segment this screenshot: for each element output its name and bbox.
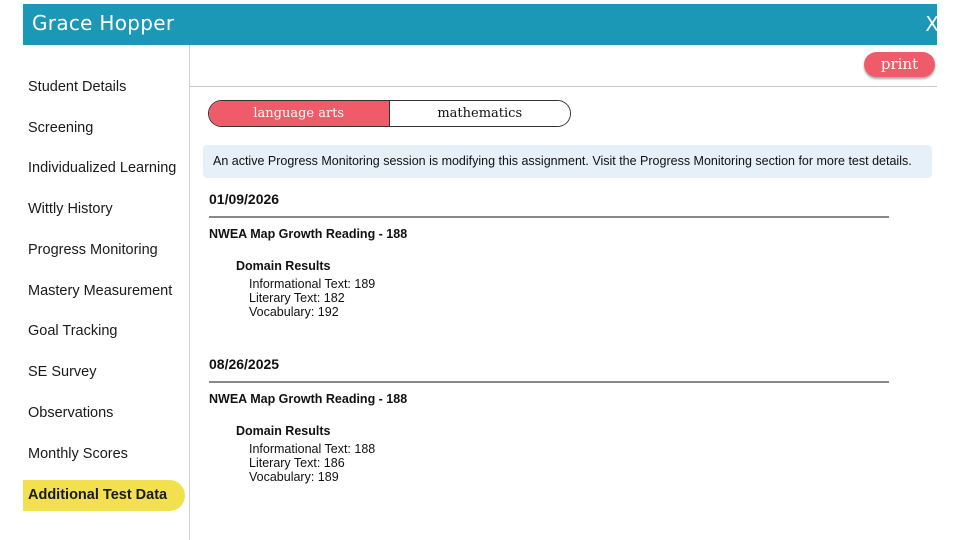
record-date: 01/09/2026 [209,191,280,207]
test-record: 08/26/2025 NWEA Map Growth Reading - 188… [209,356,889,484]
sidebar-item-wittly-history[interactable]: Wittly History [23,194,185,225]
record-date: 08/26/2025 [209,356,280,372]
content-toolbar: print [190,45,937,87]
domain-result: Literary Text: 186 [249,456,345,470]
divider [209,381,889,383]
sidebar-item-se-survey[interactable]: SE Survey [23,357,185,388]
sidebar-item-mastery-measurement[interactable]: Mastery Measurement [23,276,185,307]
app-header: Grace Hopper X [23,4,939,45]
domain-result: Informational Text: 188 [249,442,376,456]
test-name: NWEA Map Growth Reading - 188 [209,392,408,406]
subject-tab-mathematics[interactable]: mathematics [389,101,570,126]
student-name-title: Grace Hopper [32,11,175,35]
divider [209,216,889,218]
domain-result: Literary Text: 182 [249,291,345,305]
sidebar-item-progress-monitoring[interactable]: Progress Monitoring [23,235,185,266]
subject-tab-language-arts[interactable]: language arts [209,101,390,126]
domain-results-list: Informational Text: 189 Literary Text: 1… [249,277,889,319]
sidebar-item-observations[interactable]: Observations [23,398,185,429]
progress-monitoring-notice: An active Progress Monitoring session is… [203,145,932,178]
domain-results-list: Informational Text: 188 Literary Text: 1… [249,442,889,484]
sidebar-item-additional-test-data[interactable]: Additional Test Data [23,480,185,511]
sidebar-item-individualized-learning[interactable]: Individualized Learning [23,153,185,184]
domain-results-heading: Domain Results [236,424,331,438]
domain-result: Vocabulary: 192 [249,305,339,319]
sidebar-item-student-details[interactable]: Student Details [23,72,185,103]
sidebar-item-monthly-scores[interactable]: Monthly Scores [23,439,185,470]
domain-results-heading: Domain Results [236,259,331,273]
domain-result: Vocabulary: 189 [249,470,339,484]
subject-toggle: language arts mathematics [208,100,571,127]
print-button[interactable]: print [864,52,935,77]
sidebar-item-goal-tracking[interactable]: Goal Tracking [23,316,185,347]
sidebar-nav: Student Details Screening Individualized… [23,45,190,540]
test-record: 01/09/2026 NWEA Map Growth Reading - 188… [209,191,889,319]
close-button[interactable]: X [925,12,939,36]
domain-result: Informational Text: 189 [249,277,376,291]
sidebar-item-screening[interactable]: Screening [23,113,185,144]
test-name: NWEA Map Growth Reading - 188 [209,227,408,241]
